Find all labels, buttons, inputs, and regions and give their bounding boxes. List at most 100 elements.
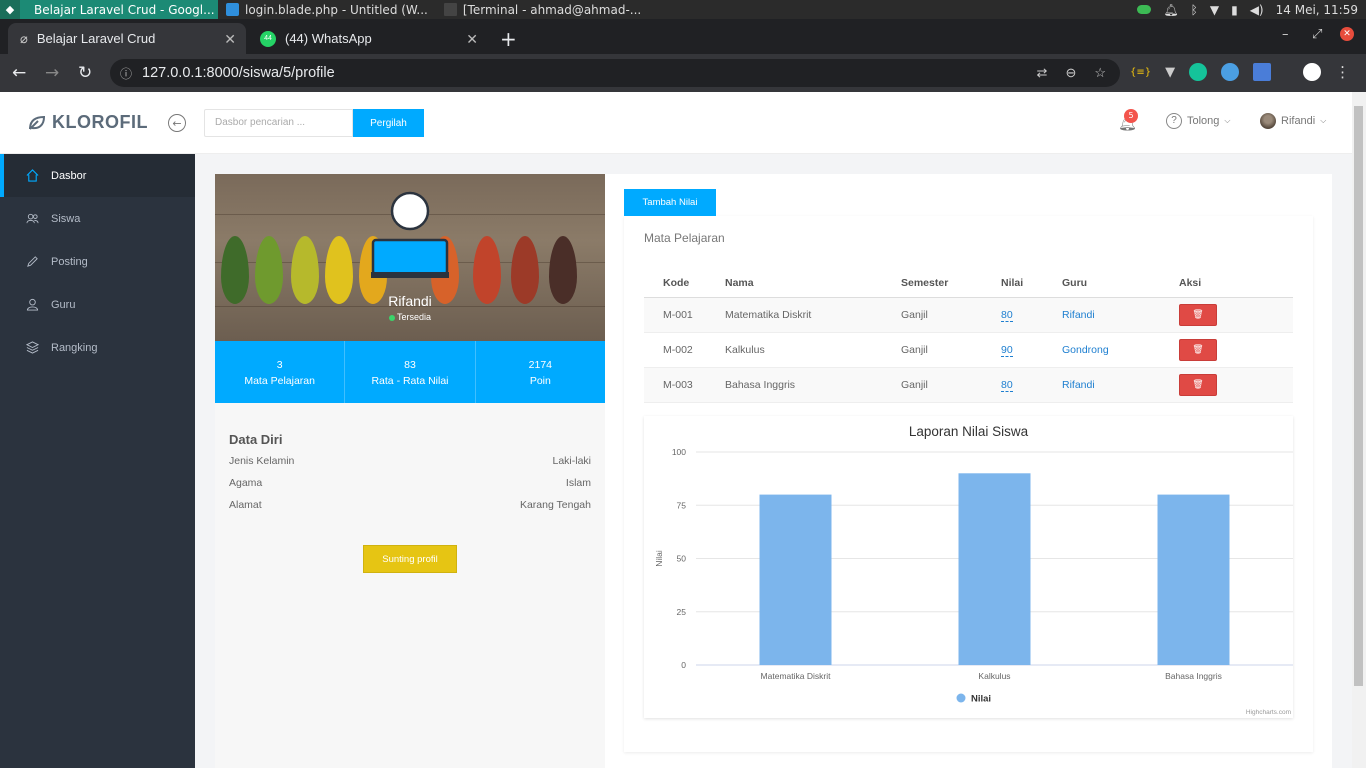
tab-close-icon[interactable]: ✕: [466, 31, 478, 48]
os-tray: 🔔︎ ᛒ ▼ ▮ ◀) 14 Mei, 11:59: [1137, 0, 1358, 19]
app-header: KLOROFIL ← Dasbor pencarian ... Pergilah…: [0, 92, 1352, 154]
minimize-icon[interactable]: –: [1282, 27, 1289, 42]
os-task-label: login.blade.php - Untitled (W...: [245, 2, 428, 17]
translate-extension-icon[interactable]: [1253, 63, 1272, 81]
rank-icon: [26, 341, 39, 354]
vue-extension-icon[interactable]: ▼: [1165, 65, 1175, 80]
y-tick-label: 0: [681, 660, 686, 670]
browser-toolbar: ← → ↻ ⓘ 127.0.0.1:8000/siswa/5/profile ⇄…: [0, 54, 1366, 92]
bluetooth-icon[interactable]: ᛒ: [1191, 3, 1198, 17]
stat-value: 2174: [528, 359, 552, 371]
user-name: Rifandi: [1281, 115, 1316, 127]
search-input[interactable]: Dasbor pencarian ...: [204, 109, 353, 137]
field-row: Alamat Karang Tengah: [229, 499, 591, 521]
editable-grade[interactable]: 80: [1001, 378, 1013, 392]
battery-icon[interactable]: ▮: [1231, 3, 1238, 17]
toggle-sidebar-icon[interactable]: ←: [168, 114, 186, 132]
bell-tray-icon[interactable]: 🔔︎: [1163, 3, 1178, 17]
grade-chart: Laporan Nilai Siswa 0 25 50 75 100 Nilai Matema…: [644, 416, 1293, 718]
tab-whatsapp[interactable]: 44 (44) WhatsApp ✕: [248, 23, 488, 54]
sidebar-item-rangking[interactable]: Rangking: [0, 326, 195, 369]
profile-panel: Rifandi Tersedia 3 Mata Pelajaran 83 Rata …: [215, 174, 605, 768]
chrome-menu-icon[interactable]: ⋮: [1335, 63, 1350, 81]
search-button[interactable]: Pergilah: [353, 109, 424, 137]
tab-belajar-laravel[interactable]: ⌀ Belajar Laravel Crud ✕: [8, 23, 246, 54]
editable-grade[interactable]: 90: [1001, 343, 1013, 357]
sidebar-item-posting[interactable]: Posting: [0, 240, 195, 283]
status-badge: Tersedia: [215, 312, 605, 322]
edit-profile-button[interactable]: Sunting profil: [363, 545, 457, 573]
add-grade-button[interactable]: Tambah Nilai: [624, 189, 716, 216]
grammarly-icon[interactable]: [1189, 63, 1208, 81]
x-tick-label: Bahasa Inggris: [1165, 671, 1222, 681]
tab-label: Belajar Laravel Crud: [36, 31, 156, 46]
y-tick-label: 50: [677, 554, 687, 564]
field-value: Karang Tengah: [519, 499, 591, 511]
browser-tabstrip: ⌀ Belajar Laravel Crud ✕ 44 (44) WhatsAp…: [0, 19, 1366, 54]
reload-icon[interactable]: ↻: [78, 63, 92, 83]
volume-icon[interactable]: ◀): [1250, 3, 1264, 17]
sidebar-item-siswa[interactable]: Siswa: [0, 197, 195, 240]
delete-button[interactable]: 🗑︎: [1179, 303, 1217, 326]
sidebar-item-guru[interactable]: Guru: [0, 283, 195, 326]
tab-close-icon[interactable]: ✕: [224, 31, 236, 48]
os-clock[interactable]: 14 Mei, 11:59: [1276, 3, 1358, 17]
field-label: Alamat: [229, 499, 262, 511]
address-bar[interactable]: ⓘ 127.0.0.1:8000/siswa/5/profile ⇄ ⊖ ☆: [110, 59, 1120, 87]
chart-bar: [958, 473, 1031, 665]
forward-arrow-icon[interactable]: →: [45, 63, 59, 83]
cell-semester: Ganjil: [901, 297, 1001, 333]
teacher-link[interactable]: Gondrong: [1062, 344, 1109, 356]
os-task-chrome[interactable]: Belajar Laravel Crud - Googl...: [20, 0, 218, 19]
user-menu[interactable]: Rifandi ⌵: [1260, 113, 1326, 129]
new-tab-button[interactable]: +: [500, 27, 517, 51]
translate-icon[interactable]: ⇄: [1037, 65, 1048, 81]
scrollbar-thumb[interactable]: [1354, 106, 1363, 686]
editable-grade[interactable]: 80: [1001, 308, 1013, 322]
back-arrow-icon[interactable]: ←: [12, 63, 26, 83]
question-icon: ?: [1166, 113, 1182, 129]
delete-button[interactable]: 🗑︎: [1179, 338, 1217, 361]
page-scrollbar[interactable]: [1352, 92, 1366, 768]
chart-bar: [1157, 494, 1230, 665]
sidebar-item-label: Siswa: [51, 212, 81, 225]
help-menu[interactable]: ? Tolong ⌵: [1166, 113, 1231, 129]
teacher-link[interactable]: Rifandi: [1062, 379, 1095, 391]
bookmark-star-icon[interactable]: ☆: [1094, 65, 1106, 81]
close-window-icon[interactable]: ✕: [1340, 27, 1354, 41]
globe-extension-icon[interactable]: [1221, 63, 1240, 81]
trash-icon: 🗑︎: [1192, 344, 1204, 354]
vscode-icon: [226, 3, 239, 16]
stat-label: Rata - Rata Nilai: [371, 375, 449, 387]
chart-title: Laporan Nilai Siswa: [909, 424, 1029, 439]
json-extension-icon[interactable]: {≡}: [1130, 67, 1151, 78]
teacher-link[interactable]: Rifandi: [1062, 309, 1095, 321]
maximize-icon[interactable]: ⤢: [1312, 27, 1322, 42]
y-tick-label: 100: [672, 447, 686, 457]
tab-label: (44) WhatsApp: [285, 31, 372, 46]
cell-kode: M-002: [644, 332, 725, 368]
zoom-icon[interactable]: ⊖: [1065, 65, 1076, 81]
x-tick-label: Matematika Diskrit: [761, 671, 832, 681]
sidebar-item-label: Guru: [51, 298, 76, 311]
os-task-vscode[interactable]: login.blade.php - Untitled (W...: [218, 0, 436, 19]
field-value: Laki-laki: [552, 455, 591, 467]
cell-nama: Kalkulus: [725, 332, 901, 368]
delete-button[interactable]: 🗑︎: [1179, 373, 1217, 396]
profile-avatar-icon[interactable]: [1303, 63, 1322, 81]
terminal-icon: [443, 3, 457, 16]
toggle-icon[interactable]: [1137, 5, 1152, 14]
table-row: M-002 Kalkulus Ganjil 90 Gondrong 🗑︎: [644, 332, 1293, 368]
stat-rata-rata: 83 Rata - Rata Nilai: [345, 341, 476, 403]
profile-name: Rifandi: [388, 293, 432, 309]
info-icon[interactable]: ⓘ: [120, 65, 132, 82]
leaf-logo-icon: [29, 115, 46, 130]
sidebar-item-dasbor[interactable]: Dasbor: [0, 154, 195, 197]
os-menu-icon[interactable]: ◆: [0, 0, 20, 19]
section-title: Data Diri: [229, 432, 283, 447]
brand-logo[interactable]: KLOROFIL: [28, 112, 148, 133]
profile-avatar-icon: [371, 191, 449, 278]
wifi-icon[interactable]: ▼: [1210, 3, 1219, 17]
legend-marker: [956, 693, 966, 703]
os-task-terminal[interactable]: [Terminal - ahmad@ahmad-...: [436, 0, 649, 19]
